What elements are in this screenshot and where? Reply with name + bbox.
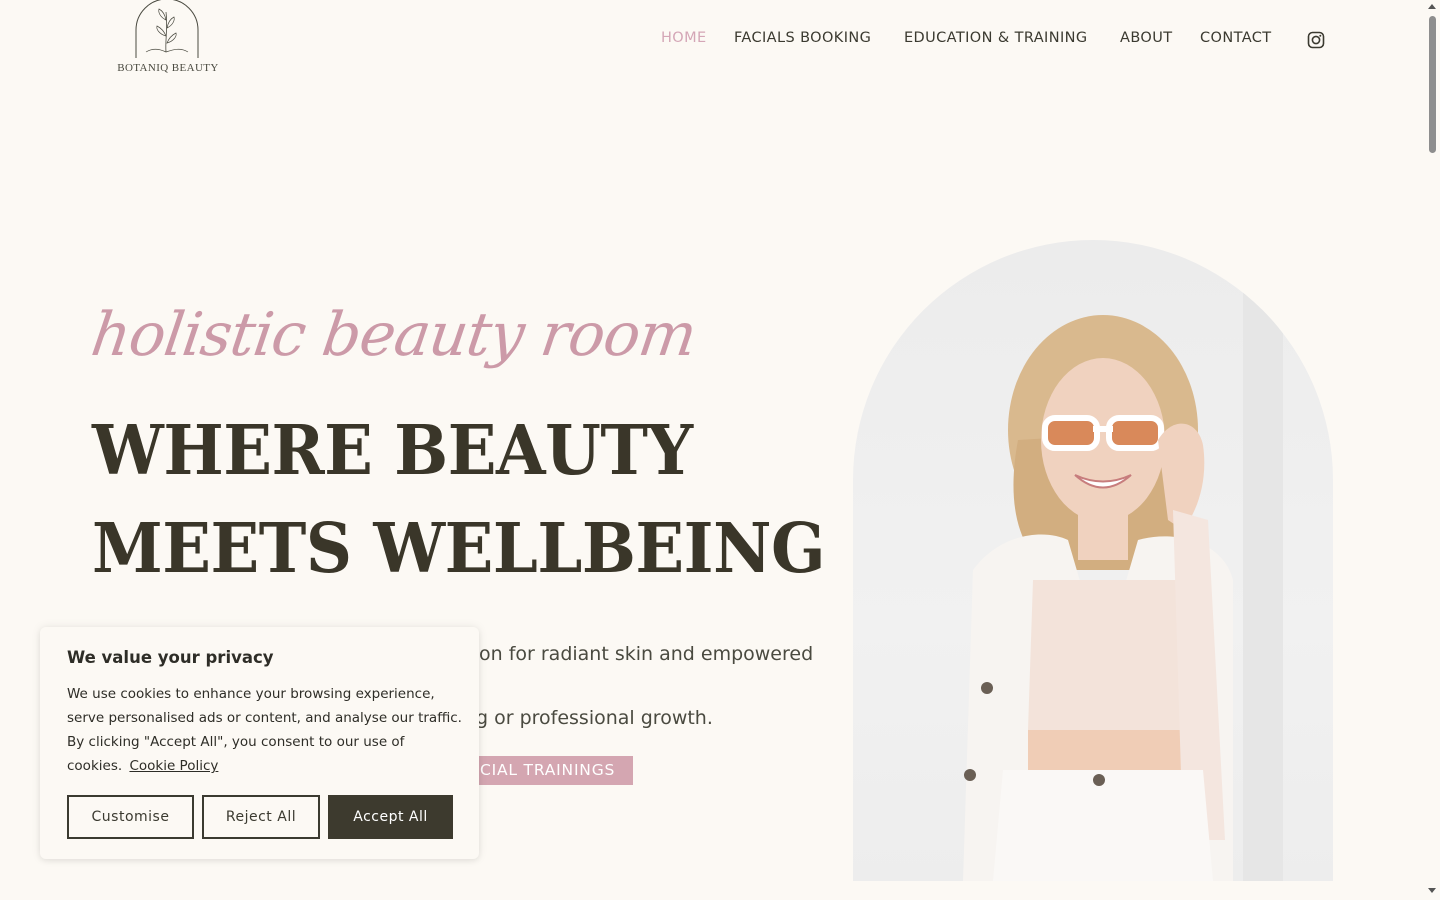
nav-education-training[interactable]: EDUCATION & TRAINING bbox=[904, 30, 1088, 46]
accept-all-button[interactable]: Accept All bbox=[328, 795, 453, 839]
hero-headline: WHERE BEAUTY MEETS WELLBEING bbox=[92, 402, 826, 598]
hero-headline-line-2: MEETS WELLBEING bbox=[92, 509, 826, 589]
page-scrollbar[interactable] bbox=[1425, 0, 1440, 900]
hero-script-title: holistic beauty room bbox=[87, 300, 701, 370]
nav-contact[interactable]: CONTACT bbox=[1200, 30, 1272, 46]
cookie-policy-link[interactable]: Cookie Policy bbox=[129, 758, 218, 774]
instagram-icon[interactable] bbox=[1307, 31, 1325, 49]
scroll-down-arrow-icon[interactable] bbox=[1428, 888, 1436, 893]
facial-trainings-button-label: CIAL TRAININGS bbox=[480, 761, 616, 779]
customise-button[interactable]: Customise bbox=[67, 795, 194, 839]
scroll-up-arrow-icon[interactable] bbox=[1428, 4, 1436, 9]
logo-text: BOTANIQ BEAUTY bbox=[117, 62, 219, 74]
cookie-title: We value your privacy bbox=[67, 648, 274, 667]
hero-portrait-photo bbox=[853, 240, 1333, 881]
botanical-arch-logo-icon bbox=[135, 0, 199, 58]
scrollbar-thumb[interactable] bbox=[1429, 16, 1436, 153]
hero-headline-line-1: WHERE BEAUTY bbox=[92, 411, 693, 491]
logo[interactable]: BOTANIQ BEAUTY bbox=[112, 0, 222, 80]
nav-home[interactable]: HOME bbox=[661, 30, 707, 46]
reject-all-button[interactable]: Reject All bbox=[202, 795, 320, 839]
nav-about[interactable]: ABOUT bbox=[1120, 30, 1173, 46]
cookie-text-body: We use cookies to enhance your browsing … bbox=[67, 686, 462, 774]
nav-facials-booking[interactable]: FACIALS BOOKING bbox=[734, 30, 871, 46]
cookie-text: We use cookies to enhance your browsing … bbox=[67, 682, 462, 778]
cookie-consent-banner: We value your privacy We use cookies to … bbox=[40, 627, 479, 859]
